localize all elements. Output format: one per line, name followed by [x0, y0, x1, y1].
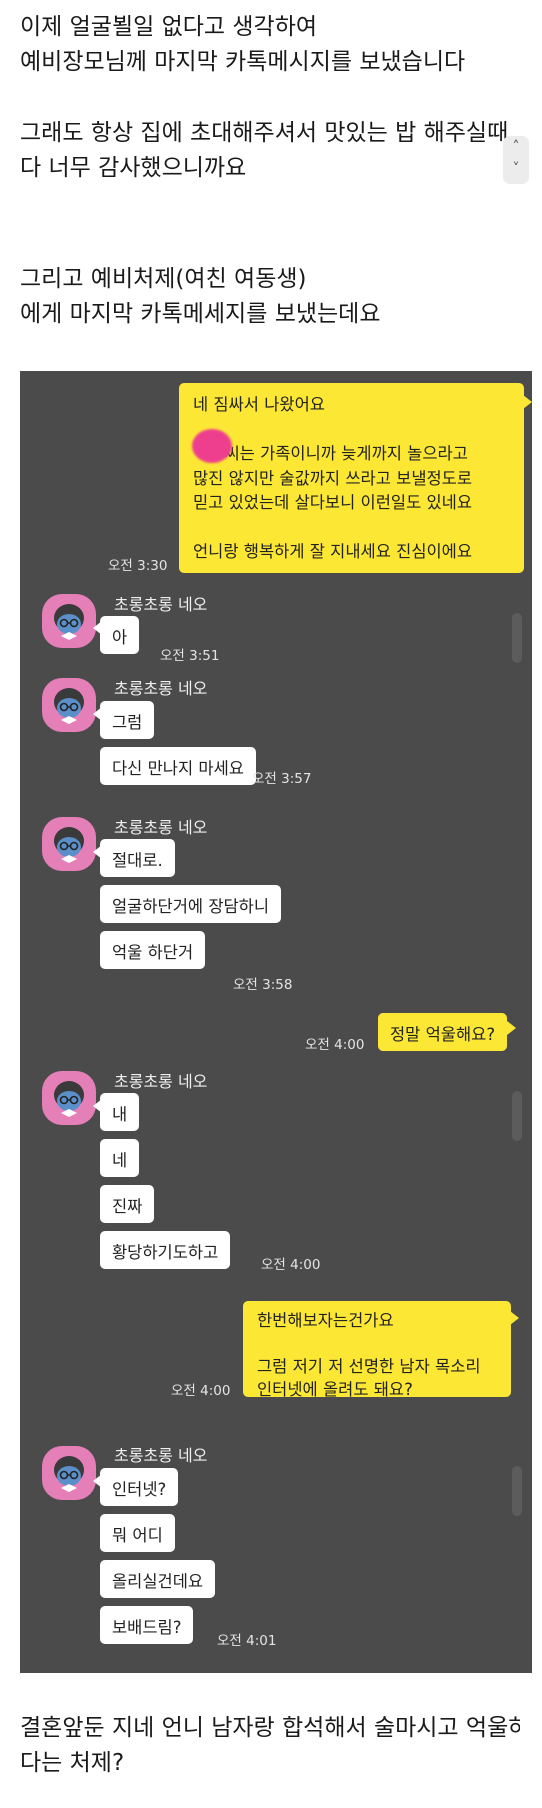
- scroll-up-icon[interactable]: ˄: [503, 136, 529, 158]
- neo-character-icon: [54, 1081, 84, 1117]
- my-message-bubble: 정말 억울해요?: [378, 1013, 508, 1051]
- received-message: 황당하기도하고: [100, 1231, 231, 1269]
- my-message-bubble: 네 짐싸서 나왔어요 씨는 가족이니까 늦게까지 놀으라고 많진 않지만 술값까…: [179, 383, 524, 573]
- sister-line-1: 그리고 예비처제(여친 여동생): [20, 266, 307, 292]
- intro-line-2: 예비장모님께 마지막 카톡메시지를 보냈습니다: [20, 49, 466, 75]
- message-time: 오전 4:01: [217, 1633, 277, 1649]
- received-message: 인터넷?: [100, 1468, 179, 1506]
- bubble-tail: [507, 1021, 516, 1035]
- mid-line-1: 그래도 항상 집에 초대해주셔서 맛있는 밥 해주실때마: [20, 120, 508, 146]
- intro-line-1: 이제 얼굴뵐일 없다고 생각하여: [20, 14, 318, 40]
- bubble-tail: [523, 395, 532, 409]
- mid-line-2: 다 너무 감사했으니까요: [20, 155, 247, 181]
- received-message: 내: [100, 1093, 140, 1131]
- sender-name: 초롱초롱 네오: [114, 595, 208, 614]
- neo-character-icon: [54, 604, 84, 640]
- scroll-pill: [512, 1091, 522, 1141]
- my-message-bubble: 한번해보자는건가요 그럼 저기 저 선명한 남자 목소리 인터넷에 올려도 돼요…: [243, 1301, 511, 1399]
- message-time: 오전 4:00: [305, 1037, 365, 1053]
- received-message: 진짜: [100, 1185, 155, 1223]
- scroll-pill: [512, 1466, 522, 1516]
- received-message: 네: [100, 1139, 140, 1177]
- closing-line-1: 결혼앞둔 지네 언니 남자랑 합석해서 술마시고 억울하: [20, 1715, 520, 1741]
- scroll-widget[interactable]: ˄ ˅: [503, 136, 529, 184]
- received-message: 억울 하단거: [100, 931, 206, 969]
- scroll-pill: [512, 613, 522, 663]
- received-message: 올리실건데요: [100, 1560, 216, 1598]
- avatar[interactable]: [42, 817, 96, 871]
- closing-line-2: 다는 처제?: [20, 1750, 125, 1776]
- neo-character-icon: [54, 1456, 84, 1492]
- sender-name: 초롱초롱 네오: [114, 679, 208, 698]
- message-time: 오전 3:30: [108, 558, 168, 574]
- received-message: 아: [100, 616, 140, 654]
- avatar[interactable]: [42, 1071, 96, 1125]
- message-time: 오전 3:51: [160, 648, 220, 664]
- redaction-mark: [192, 429, 232, 463]
- message-time: 오전 3:57: [252, 771, 312, 787]
- message-time: 오전 4:00: [171, 1383, 231, 1399]
- bubble-tail: [510, 1311, 519, 1325]
- scroll-down-icon[interactable]: ˅: [503, 158, 529, 180]
- message-time: 오전 3:58: [233, 977, 293, 993]
- sender-name: 초롱초롱 네오: [114, 1446, 208, 1465]
- received-message: 보배드림?: [100, 1606, 194, 1644]
- neo-character-icon: [54, 688, 84, 724]
- chat-screenshot: 네 짐싸서 나왔어요 씨는 가족이니까 늦게까지 놀으라고 많진 않지만 술값까…: [20, 371, 532, 1673]
- neo-character-icon: [54, 827, 84, 863]
- received-message: 절대로.: [100, 839, 175, 877]
- sister-line-2: 에게 마지막 카톡메세지를 보냈는데요: [20, 301, 381, 327]
- received-message: 다신 만나지 마세요: [100, 747, 256, 785]
- sender-name: 초롱초롱 네오: [114, 818, 208, 837]
- avatar[interactable]: [42, 1446, 96, 1500]
- avatar[interactable]: [42, 594, 96, 648]
- message-time: 오전 4:00: [261, 1257, 321, 1273]
- received-message: 그럼: [100, 701, 155, 739]
- sender-name: 초롱초롱 네오: [114, 1072, 208, 1091]
- avatar[interactable]: [42, 678, 96, 732]
- received-message: 뭐 어디: [100, 1514, 175, 1552]
- received-message: 얼굴하단거에 장담하니: [100, 885, 282, 923]
